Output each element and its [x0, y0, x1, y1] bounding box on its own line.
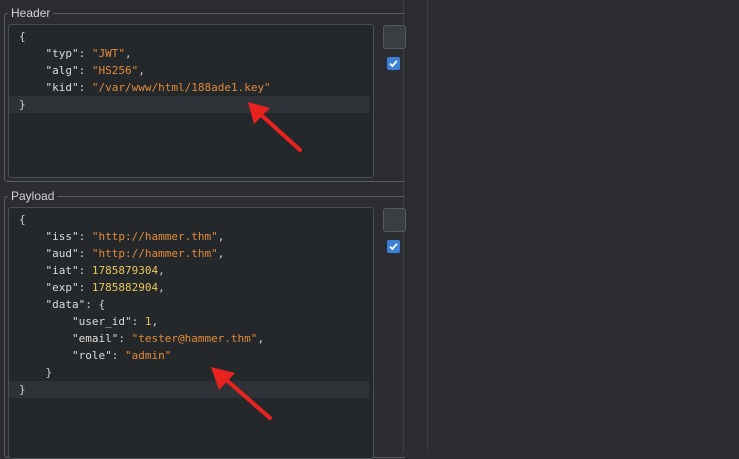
header-checkbox[interactable] [387, 57, 400, 70]
payload-checkbox[interactable] [387, 240, 400, 253]
gap-column [404, 0, 427, 452]
code-line: } [45, 366, 53, 379]
checkbox-check-icon [389, 60, 398, 68]
code-line: { [19, 30, 26, 43]
arrow-annotation-header [248, 102, 302, 152]
code-line: "user_id": 1, [71, 315, 159, 328]
payload-json-editor[interactable]: { "iss": "http://hammer.thm", "aud": "ht… [8, 207, 374, 459]
arrow-annotation-payload [211, 367, 272, 420]
code-line: "aud": "http://hammer.thm", [45, 247, 225, 260]
code-line: } [9, 96, 369, 113]
header-json-editor[interactable]: { "typ": "JWT", "alg": "HS256", "kid": "… [8, 24, 374, 178]
header-side-button[interactable] [383, 25, 406, 49]
checkbox-check-icon [389, 243, 398, 251]
code-line: "role": "admin" [71, 349, 172, 362]
payload-side-button[interactable] [383, 208, 406, 232]
code-line: "iss": "http://hammer.thm", [45, 230, 225, 243]
code-line: } [9, 381, 369, 398]
code-line: "typ": "JWT", [45, 47, 132, 60]
code-line: "alg": "HS256", [45, 64, 145, 77]
code-line: "exp": 1785882904, [45, 281, 165, 294]
payload-group-label: Payload [8, 189, 58, 203]
header-group-label: Header [8, 6, 54, 20]
code-line: { [19, 213, 26, 226]
code-line: "kid": "/var/www/html/188ade1.key" [45, 81, 271, 94]
code-line: "data": { [45, 298, 106, 311]
code-line: "iat": 1785879304, [45, 264, 165, 277]
right-panel [428, 0, 739, 452]
code-line: "email": "tester@hammer.thm", [71, 332, 265, 345]
